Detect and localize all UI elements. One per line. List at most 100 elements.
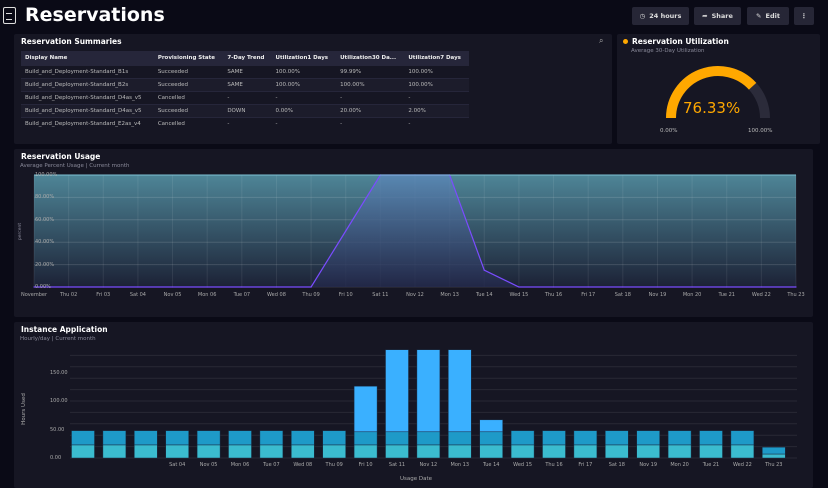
table-cell: DOWN <box>223 103 272 117</box>
table-cell: 100.00% <box>271 77 337 91</box>
table-cell: - <box>404 116 469 130</box>
x-tick-label: Sat 18 <box>614 292 631 298</box>
table-cell: 100.00% <box>404 64 469 78</box>
table-row[interactable]: Build_and_Deployment-Standard_B1s Succeed… <box>21 64 469 78</box>
bar-segment <box>134 430 158 446</box>
bar-segment <box>322 444 346 459</box>
search-icon[interactable]: ⌕ <box>599 36 603 46</box>
data-point <box>691 286 693 288</box>
share-button[interactable]: ➦ Share <box>694 7 741 25</box>
x-tick-label: Sat 11 <box>372 292 389 298</box>
bar-segment <box>636 444 660 459</box>
bar-segment <box>102 430 127 446</box>
bar-segment <box>196 444 221 459</box>
bar-segment <box>636 430 660 446</box>
bar-segment <box>291 444 315 459</box>
x-tick-label: Mon 06 <box>230 462 250 468</box>
x-tick-label: Wed 15 <box>513 462 533 468</box>
x-tick-label: Tue 14 <box>482 462 500 468</box>
table-cell: - <box>404 90 469 104</box>
x-tick-label: Fri 17 <box>578 462 593 468</box>
column-header[interactable]: Utilization30 Da... <box>336 51 405 65</box>
data-point <box>656 286 659 288</box>
x-tick-label: Nov 12 <box>419 462 438 468</box>
x-tick-label: Wed 08 <box>293 462 313 468</box>
bar-segment <box>134 444 158 459</box>
table-cell: - <box>271 90 337 104</box>
time-range-button[interactable]: ◷ 24 hours <box>632 7 689 25</box>
x-tick-label: Thu 23 <box>787 292 805 298</box>
page-title: Reservations <box>25 4 165 26</box>
data-point <box>102 286 104 288</box>
table-row[interactable]: Build_and_Deployment-Standard_D4as_v5 Suc… <box>21 103 469 117</box>
gauge-min-label: 0.00% <box>660 128 678 134</box>
bar-segment <box>416 349 441 433</box>
column-header[interactable]: 7-Day Trend <box>223 51 272 65</box>
bar-segment <box>416 431 441 446</box>
x-tick-label: Mon 20 <box>682 292 702 298</box>
x-tick-label: Thu 02 <box>59 292 78 298</box>
x-tick-label: Thu 09 <box>302 292 320 298</box>
bar-segment <box>353 431 378 446</box>
bar-segment <box>479 419 503 433</box>
table-cell: - <box>223 90 272 104</box>
table-cell: SAME <box>223 77 272 91</box>
reservation-utilization-panel: Reservation Utilization Average 30-Day U… <box>617 34 820 144</box>
x-tick-label: Tue 07 <box>263 462 280 468</box>
bar-segment <box>165 430 189 446</box>
bar-segment <box>542 444 566 459</box>
bar-segment <box>416 444 441 459</box>
y-tick-label: 100.00% <box>35 172 58 178</box>
x-tick-label: Mon 13 <box>440 292 459 298</box>
column-header[interactable]: Utilization7 Days <box>404 51 469 65</box>
table-cell: 20.00% <box>336 103 405 117</box>
bar-segment <box>165 444 189 459</box>
table-row[interactable]: Build_and_Deployment-Standard_D4as_v5 Can… <box>21 90 469 104</box>
table-cell: 99.99% <box>336 64 405 78</box>
gauge <box>666 66 770 119</box>
bar-segment <box>448 431 472 446</box>
summaries-table: Display Name Provisioning State 7-Day Tren… <box>21 51 469 130</box>
column-header[interactable]: Provisioning State <box>153 51 224 65</box>
bar-segment <box>605 444 629 459</box>
pencil-icon: ✎ <box>756 12 762 20</box>
y-tick-label: 80.00% <box>35 194 55 201</box>
x-tick-label: Fri 03 <box>96 292 111 298</box>
x-tick-label: November <box>20 292 48 298</box>
dashboard-icon <box>3 7 16 24</box>
column-header[interactable]: Utilization1 Days <box>271 51 337 65</box>
edit-button[interactable]: ✎ Edit <box>747 7 789 25</box>
data-point <box>275 286 278 288</box>
data-point <box>68 286 70 288</box>
bar-segment <box>605 430 629 446</box>
x-tick-label: Thu 16 <box>545 462 563 468</box>
table-cell: 2.00% <box>404 103 469 117</box>
bar-segment <box>448 444 472 459</box>
x-tick-label: Thu 16 <box>544 292 563 298</box>
instance-chart <box>70 349 797 459</box>
bar-segment <box>228 444 252 459</box>
x-tick-label: Wed 22 <box>751 292 771 298</box>
table-row[interactable]: Build_and_Deployment-Standard_B2s Succeed… <box>21 77 469 91</box>
bar-segment <box>291 430 315 446</box>
data-point <box>552 286 555 288</box>
bar-segment <box>573 444 598 459</box>
x-tick-label: Nov 19 <box>648 292 667 298</box>
more-button[interactable]: ⋮ <box>794 7 814 25</box>
bar-segment <box>667 444 692 459</box>
y-tick-label: 100.00 <box>50 398 68 404</box>
gauge-value: 76.33% <box>683 99 741 117</box>
y-tick-label: 60.00% <box>35 216 55 223</box>
bar-segment <box>196 430 221 446</box>
bar-segment <box>71 430 95 446</box>
x-tick-label: Tue 21 <box>718 292 735 298</box>
reservation-usage-panel: Reservation Usage Average Percent Usage … <box>14 149 813 317</box>
x-tick-label: Fri 10 <box>338 292 353 298</box>
table-row[interactable]: Build_and_Deployment-Standard_E2as_v4 Can… <box>21 116 469 130</box>
table-cell: 100.00% <box>404 77 469 91</box>
bar-segment <box>448 349 472 433</box>
column-header[interactable]: Display Name <box>21 51 154 65</box>
table-cell: 0.00% <box>271 103 337 117</box>
y-tick-label: 20.00% <box>35 261 55 268</box>
data-point <box>241 286 243 288</box>
